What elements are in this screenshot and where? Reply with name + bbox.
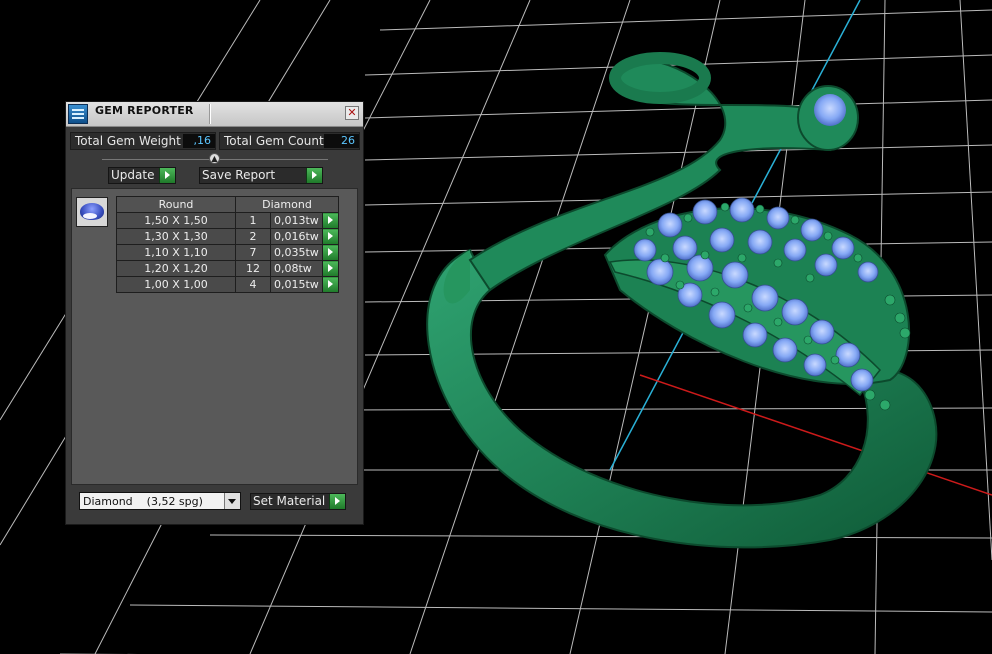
close-icon[interactable]: ✕ [345, 106, 359, 120]
gem-weight: 0,016tw [270, 228, 323, 245]
table-row[interactable]: 1,20 X 1,20 12 0,08tw [116, 260, 339, 277]
select-row-icon[interactable] [322, 260, 339, 277]
gem-weight: 0,015tw [270, 276, 323, 293]
gem-list-area: Round Diamond 1,50 X 1,50 1 0,013tw 1,30… [71, 188, 358, 485]
table-row[interactable]: 1,50 X 1,50 1 0,013tw [116, 212, 339, 229]
total-gem-count-value: 26 [324, 134, 359, 148]
total-gem-weight-label: Total Gem Weight [75, 134, 181, 148]
play-icon [329, 494, 345, 509]
chevron-down-icon[interactable] [224, 493, 240, 509]
update-button[interactable]: Update [108, 167, 176, 184]
gem-count: 12 [235, 260, 271, 277]
update-button-label: Update [111, 168, 155, 182]
set-material-button-label: Set Material [253, 494, 326, 508]
gem-size: 1,10 X 1,10 [116, 244, 236, 261]
select-row-icon[interactable] [322, 244, 339, 261]
material-select-value: Diamond (3,52 spg) [83, 495, 203, 508]
select-row-icon[interactable] [322, 228, 339, 245]
play-icon [159, 168, 175, 183]
gem-count: 7 [235, 244, 271, 261]
table-row[interactable]: 1,00 X 1,00 4 0,015tw [116, 276, 339, 293]
gem-reporter-panel: GEM REPORTER ✕ Total Gem Weight ,16 Tota… [65, 101, 364, 525]
select-row-icon[interactable] [322, 212, 339, 229]
titlebar-separator [210, 104, 211, 124]
gem-count: 1 [235, 212, 271, 229]
collapse-icon[interactable]: ▲ [209, 153, 220, 164]
material-select[interactable]: Diamond (3,52 spg) [79, 492, 241, 510]
gem-count: 2 [235, 228, 271, 245]
total-gem-weight-value: ,16 [183, 134, 215, 148]
gem-size: 1,30 X 1,30 [116, 228, 236, 245]
total-gem-count-label: Total Gem Count [224, 134, 324, 148]
table-row[interactable]: 1,10 X 1,10 7 0,035tw [116, 244, 339, 261]
save-report-button-label: Save Report [202, 168, 276, 182]
column-header-material: Diamond [235, 196, 339, 213]
total-gem-weight-box: Total Gem Weight ,16 [70, 132, 216, 150]
gem-size: 1,00 X 1,00 [116, 276, 236, 293]
table-row[interactable]: 1,30 X 1,30 2 0,016tw [116, 228, 339, 245]
total-gem-count-box: Total Gem Count 26 [219, 132, 360, 150]
gem-size: 1,50 X 1,50 [116, 212, 236, 229]
gem-reporter-icon [68, 104, 88, 124]
gem-weight: 0,013tw [270, 212, 323, 229]
panel-titlebar[interactable]: GEM REPORTER ✕ [66, 102, 363, 127]
gem-weight: 0,08tw [270, 260, 323, 277]
play-icon [306, 168, 322, 183]
select-row-icon[interactable] [322, 276, 339, 293]
column-header-shape: Round [116, 196, 236, 213]
gem-table: Round Diamond 1,50 X 1,50 1 0,013tw 1,30… [116, 196, 339, 293]
round-gem-icon[interactable] [76, 197, 108, 227]
save-report-button[interactable]: Save Report [199, 167, 323, 184]
gem-size: 1,20 X 1,20 [116, 260, 236, 277]
gem-weight: 0,035tw [270, 244, 323, 261]
panel-title: GEM REPORTER [95, 104, 194, 117]
gem-count: 4 [235, 276, 271, 293]
set-material-button[interactable]: Set Material [250, 493, 346, 510]
